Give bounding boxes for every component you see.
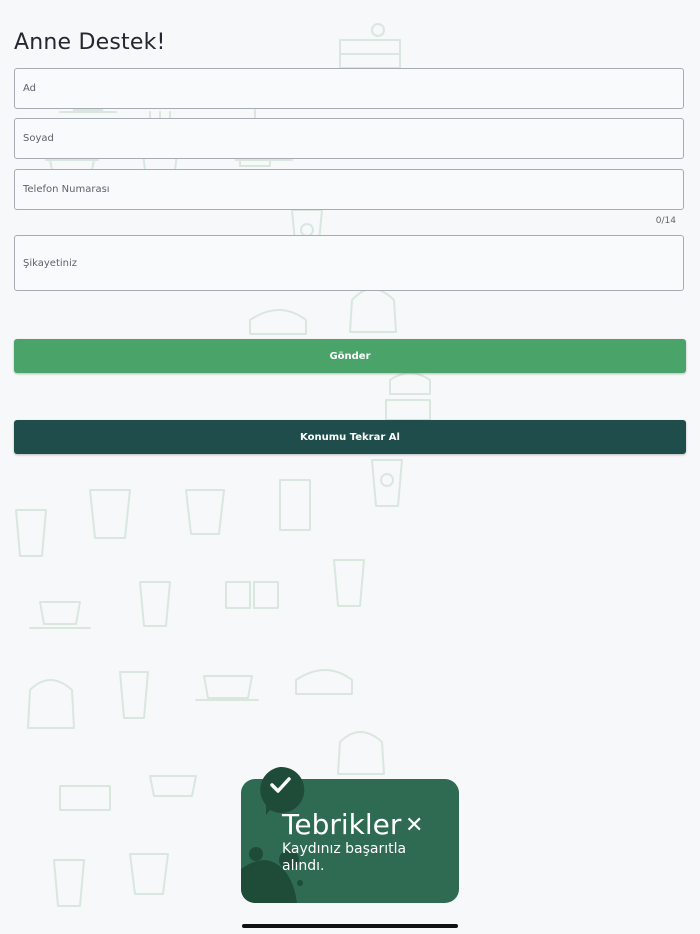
teacup-icon xyxy=(249,309,307,335)
coffee-cup-icon xyxy=(89,489,131,539)
takeaway-cup-icon xyxy=(119,671,149,719)
teapot-icon xyxy=(27,679,75,729)
complaint-field[interactable]: Şikayetiniz xyxy=(14,235,684,291)
cake-icon xyxy=(385,399,431,421)
teapot-icon xyxy=(349,288,397,333)
first-name-placeholder: Ad xyxy=(23,83,37,94)
takeaway-cup-icon xyxy=(139,581,171,627)
takeaway-cup-icon xyxy=(15,509,47,557)
cup-saucer-icon xyxy=(195,675,259,701)
takeaway-cup-icon xyxy=(371,459,403,507)
send-button[interactable]: Gönder xyxy=(14,339,686,373)
teapot-icon xyxy=(337,731,385,775)
coffee-cup-icon xyxy=(185,489,225,535)
send-button-label: Gönder xyxy=(329,350,371,362)
page-title: Anne Destek! xyxy=(14,30,166,55)
cups-icon xyxy=(225,581,279,609)
phone-placeholder: Telefon Numarası xyxy=(23,184,110,195)
last-name-field[interactable]: Soyad xyxy=(14,118,684,159)
phone-field[interactable]: Telefon Numarası xyxy=(14,169,684,210)
french-press-icon xyxy=(279,479,311,531)
cup-saucer-icon xyxy=(29,601,91,629)
cup-saucer-icon xyxy=(149,775,197,797)
toast-message: Kaydınız başarıtla alındı. xyxy=(282,841,407,874)
takeaway-cup-icon xyxy=(53,859,85,907)
phone-character-counter: 0/14 xyxy=(655,216,676,226)
teacup-icon xyxy=(295,669,353,695)
takeaway-cup-icon xyxy=(333,559,365,607)
cake-icon xyxy=(339,23,401,69)
toast-title: Tebrikler xyxy=(282,808,402,841)
first-name-field[interactable]: Ad xyxy=(14,68,684,109)
cake-icon xyxy=(59,785,111,811)
success-toast: Tebrikler ✕ Kaydınız başarıtla alındı. xyxy=(241,766,459,903)
relocate-button-label: Konumu Tekrar Al xyxy=(300,431,400,443)
coffee-cup-icon xyxy=(129,853,169,895)
home-indicator[interactable] xyxy=(242,924,458,928)
relocate-button[interactable]: Konumu Tekrar Al xyxy=(14,420,686,454)
complaint-placeholder: Şikayetiniz xyxy=(23,258,78,269)
close-icon[interactable]: ✕ xyxy=(405,812,423,838)
teacup-icon xyxy=(389,372,431,395)
last-name-placeholder: Soyad xyxy=(23,133,54,144)
